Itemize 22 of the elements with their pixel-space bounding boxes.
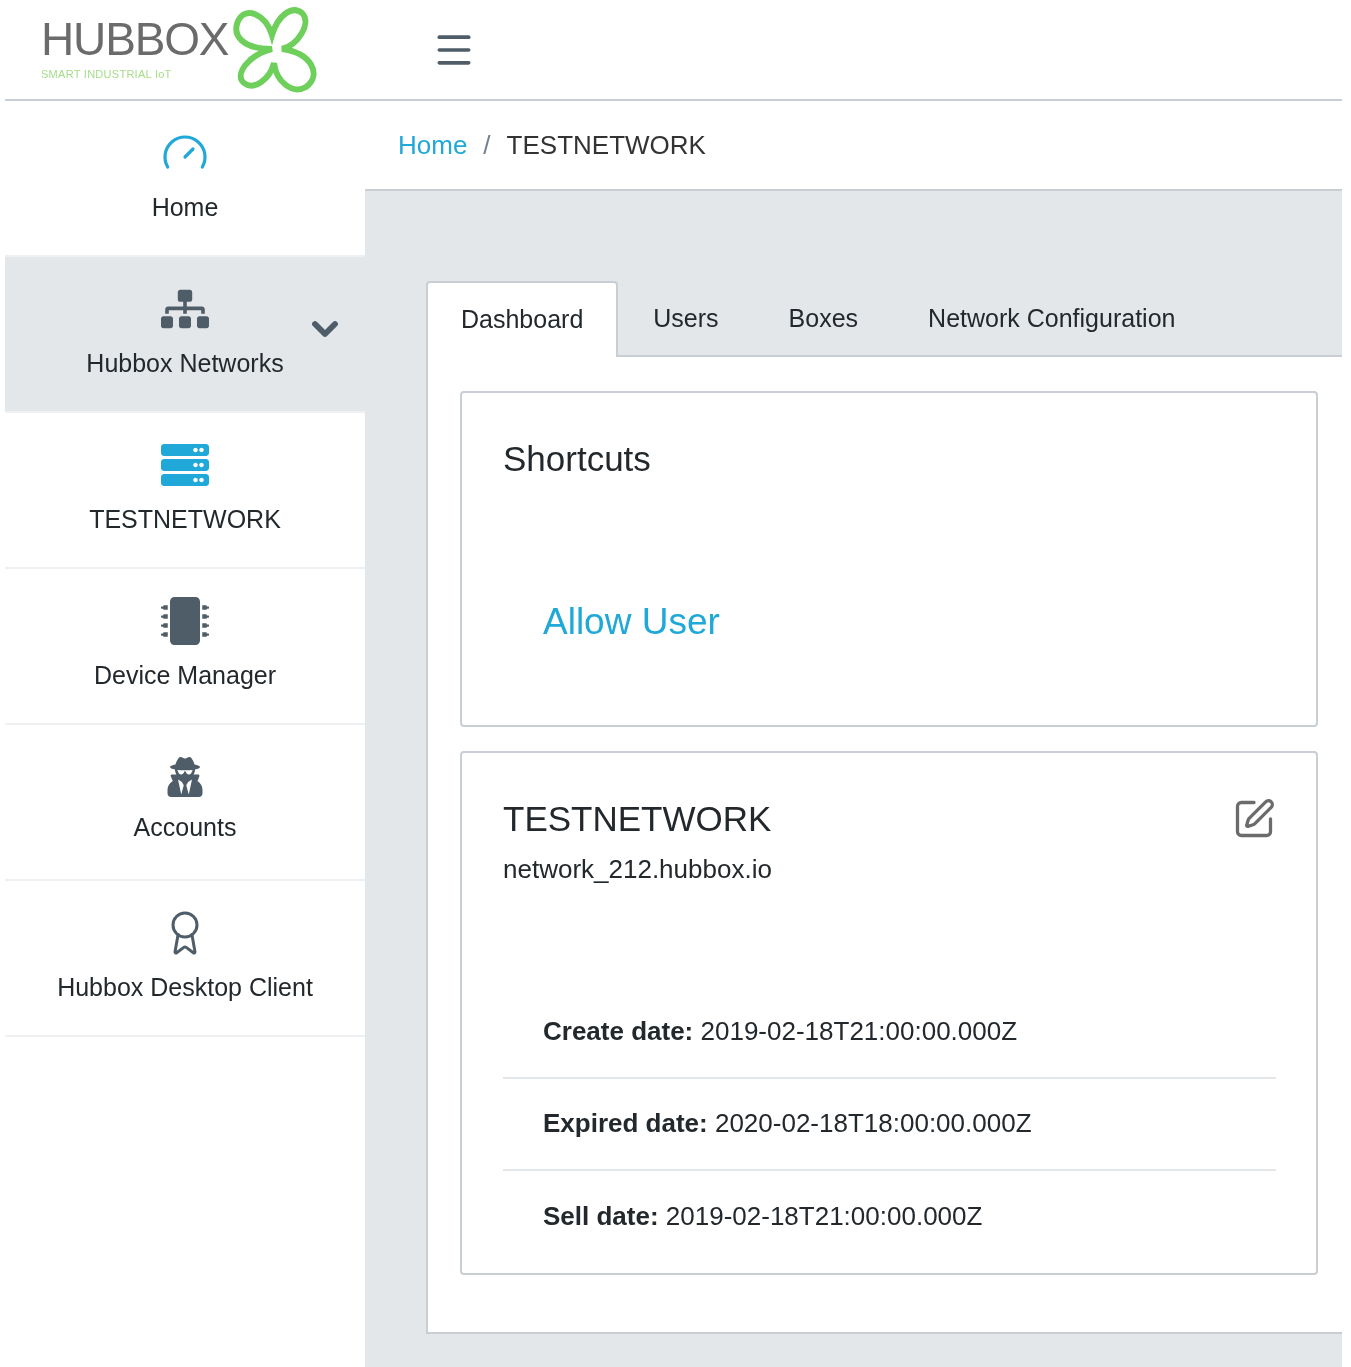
network-name: TESTNETWORK (503, 798, 772, 840)
tab[interactable]: Dashboard (426, 281, 619, 357)
card-title: Shortcuts (503, 438, 651, 480)
logo-wordmark: HUBBOX (41, 16, 229, 63)
tab[interactable]: Boxes (753, 281, 894, 357)
detail-text: Create date: 2019-02-18T21:00:00.000Z (543, 1015, 1018, 1048)
sidebar-label: Hubbox Desktop Client (57, 972, 313, 1004)
butterfly-logo-icon (232, 4, 319, 95)
breadcrumb-separator: / (483, 128, 491, 162)
breadcrumb-current: TESTNETWORK (506, 128, 706, 162)
sidebar-label: TESTNETWORK (89, 504, 281, 536)
network-host: network_212.hubbox.io (503, 852, 772, 886)
sidebar-label: Hubbox Networks (86, 348, 284, 380)
sidebar-label: Accounts (133, 812, 237, 844)
tab[interactable]: Network Configuration (893, 281, 1211, 357)
logo-tagline: SMART INDUSTRIAL IoT (41, 67, 173, 83)
sidebar-item[interactable]: Hubbox Networks (5, 257, 365, 413)
detail-text: Sell date: 2019-02-18T21:00:00.000Z (543, 1200, 983, 1233)
sidebar-label: Home (151, 192, 219, 224)
sidebar-label: Device Manager (94, 660, 276, 692)
detail-text: Expired date: 2020-02-18T18:00:00.000Z (543, 1107, 1032, 1140)
tab[interactable]: Users (618, 281, 754, 357)
